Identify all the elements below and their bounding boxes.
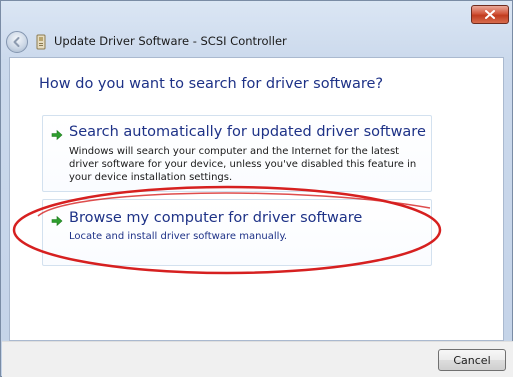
dialog-window: Update Driver Software - SCSI Controller… xyxy=(0,0,513,377)
green-arrow-icon xyxy=(51,129,63,141)
browse-computer-option[interactable]: Browse my computer for driver software L… xyxy=(42,199,432,266)
option-description: Windows will search your computer and th… xyxy=(69,146,417,183)
content-panel: How do you want to search for driver sof… xyxy=(9,57,504,341)
search-automatically-option[interactable]: Search automatically for updated driver … xyxy=(42,115,432,192)
title-bar: Update Driver Software - SCSI Controller xyxy=(1,1,512,63)
back-button[interactable] xyxy=(6,31,28,53)
footer-bar: Cancel xyxy=(2,341,513,377)
green-arrow-icon xyxy=(51,215,63,227)
option-title: Browse my computer for driver software xyxy=(69,210,363,226)
option-title: Search automatically for updated driver … xyxy=(69,124,426,140)
option-description: Locate and install driver software manua… xyxy=(69,231,288,242)
close-icon xyxy=(485,10,495,19)
page-heading: How do you want to search for driver sof… xyxy=(39,76,384,92)
back-arrow-icon xyxy=(13,37,20,47)
cancel-button[interactable]: Cancel xyxy=(438,349,506,371)
device-icon xyxy=(36,34,46,50)
window-title: Update Driver Software - SCSI Controller xyxy=(54,34,287,48)
close-button[interactable] xyxy=(471,5,509,24)
